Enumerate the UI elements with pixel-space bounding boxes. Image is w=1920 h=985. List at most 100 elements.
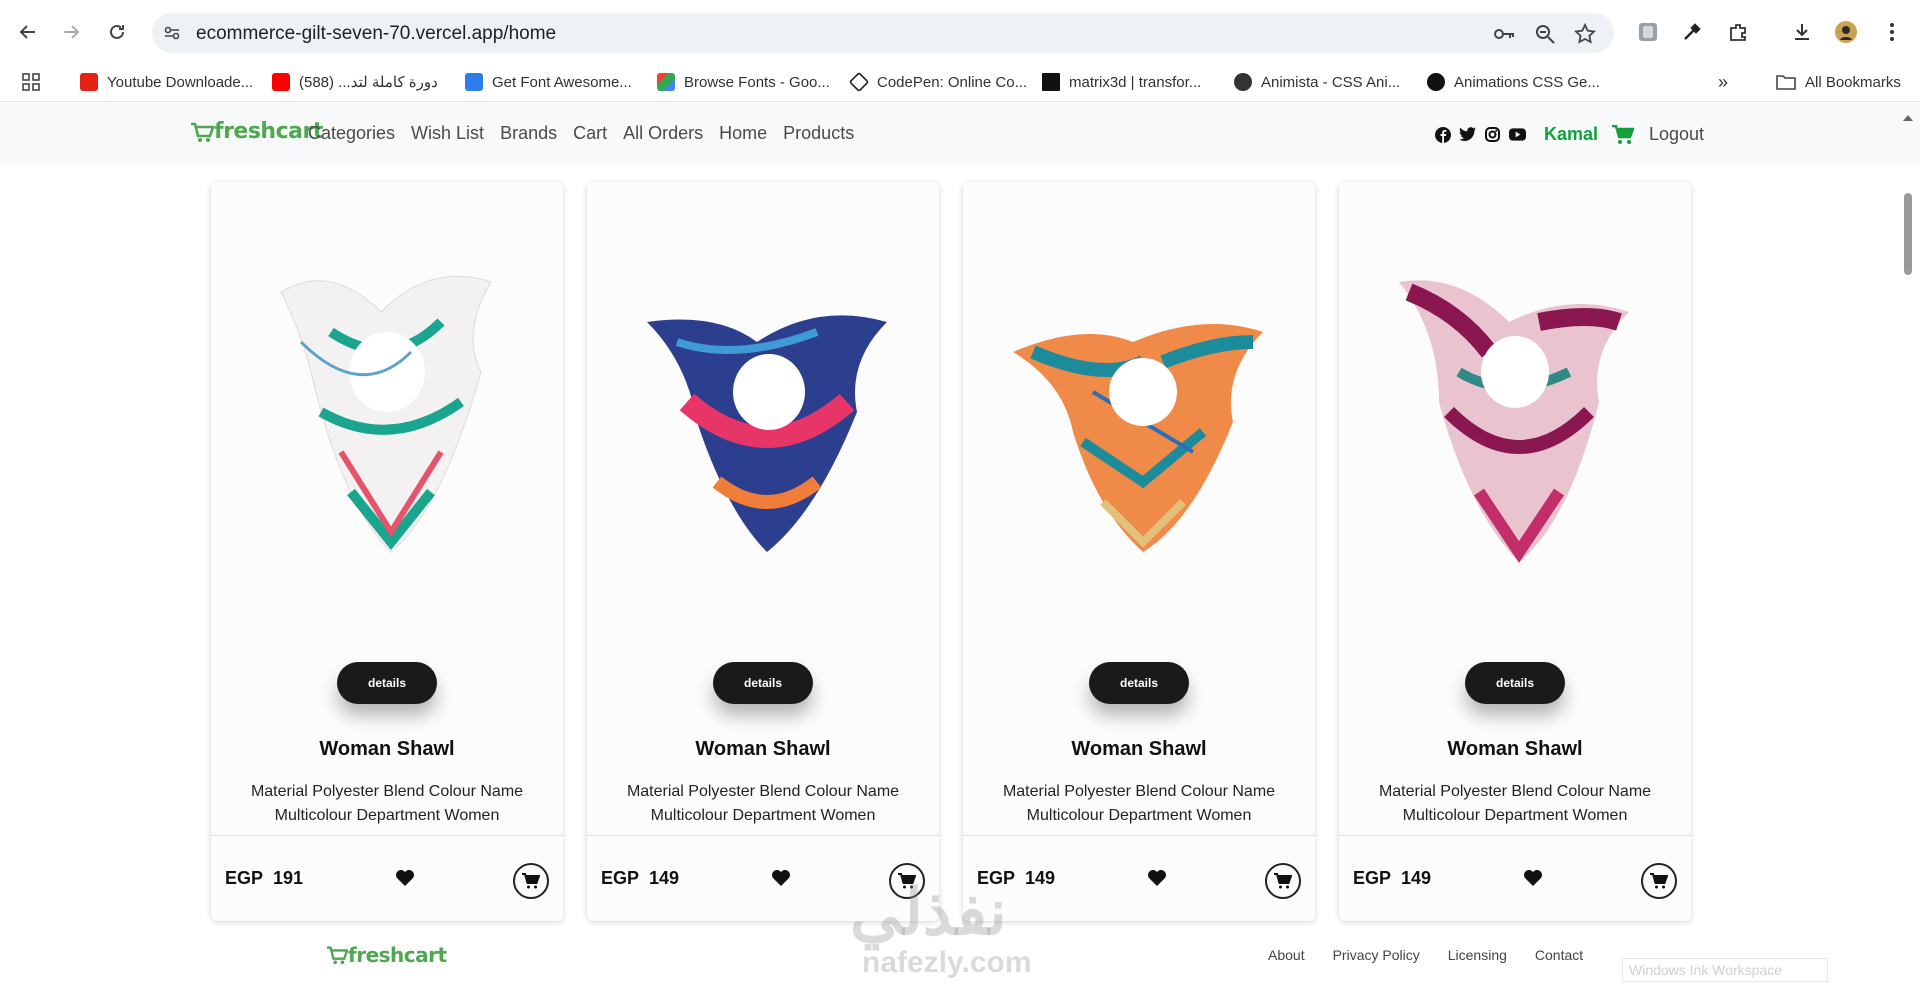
all-bookmarks-folder[interactable]: All Bookmarks — [1776, 68, 1901, 96]
cart-icon — [522, 873, 540, 889]
product-title: Woman Shawl — [319, 738, 455, 760]
bookmark-codepen[interactable]: CodePen: Online Co... — [848, 68, 1027, 96]
site-settings-icon[interactable] — [162, 23, 182, 48]
eyedropper-icon[interactable] — [1680, 20, 1704, 44]
bookmark-animations-css[interactable]: Animations CSS Ge... — [1427, 68, 1600, 96]
wishlist-heart-icon[interactable] — [395, 869, 415, 892]
instagram-icon[interactable] — [1484, 126, 1501, 143]
product-card[interactable]: details Woman Shawl Material Polyester B… — [1339, 182, 1691, 921]
add-to-cart-button[interactable] — [1265, 863, 1301, 899]
codepen-icon — [848, 71, 870, 93]
cart-icon — [898, 873, 916, 889]
footer-logo[interactable]: freshcart — [326, 943, 447, 967]
password-key-icon[interactable] — [1492, 23, 1514, 45]
animista-icon — [1234, 73, 1252, 91]
social-links — [1434, 126, 1526, 143]
product-image-shawl[interactable] — [1369, 252, 1661, 612]
back-button[interactable] — [13, 17, 43, 47]
product-description: Material Polyester Blend Colour Name Mul… — [1378, 783, 1652, 824]
profile-avatar-icon[interactable] — [1834, 20, 1858, 44]
wishlist-heart-icon[interactable] — [1523, 869, 1543, 892]
nav-wish-list[interactable]: Wish List — [411, 123, 484, 144]
details-button[interactable]: details — [713, 662, 813, 704]
bookmark-youtube-downloader[interactable]: Youtube Downloade... — [80, 68, 253, 96]
footer-about[interactable]: About — [1268, 947, 1305, 963]
add-to-cart-button[interactable] — [1641, 863, 1677, 899]
product-description: Material Polyester Blend Colour Name Mul… — [626, 783, 900, 824]
details-button[interactable]: details — [1465, 662, 1565, 704]
bookmarks-bar: Youtube Downloade... دورة كاملة لتد... (… — [0, 62, 1920, 102]
nav-brands[interactable]: Brands — [500, 123, 557, 144]
bookmark-google-fonts[interactable]: Browse Fonts - Goo... — [657, 68, 830, 96]
download-icon[interactable] — [1790, 20, 1814, 44]
scrollbar-up-arrow-icon[interactable] — [1902, 110, 1914, 121]
youtube-icon[interactable] — [1509, 126, 1526, 143]
user-name[interactable]: Kamal — [1544, 124, 1598, 145]
extensions-puzzle-icon[interactable] — [1726, 20, 1750, 44]
scrollbar-thumb[interactable] — [1904, 193, 1912, 275]
product-price: EGP 149 — [977, 868, 1056, 888]
logout-link[interactable]: Logout — [1649, 124, 1704, 145]
cart-logo-icon — [327, 946, 348, 965]
url-text[interactable]: ecommerce-gilt-seven-70.vercel.app/home — [196, 23, 556, 45]
add-to-cart-button[interactable] — [513, 863, 549, 899]
product-card[interactable]: details Woman Shawl Material Polyester B… — [963, 182, 1315, 921]
product-description: Material Polyester Blend Colour Name Mul… — [1002, 783, 1276, 824]
main-nav: Categories Wish List Brands Cart All Ord… — [308, 123, 870, 144]
reload-button[interactable] — [102, 17, 132, 47]
product-card[interactable]: details Woman Shawl Material Polyester B… — [587, 182, 939, 921]
add-to-cart-button[interactable] — [889, 863, 925, 899]
bookmark-animista[interactable]: Animista - CSS Ani... — [1234, 68, 1400, 96]
product-image-shawl[interactable] — [993, 252, 1285, 612]
cart-icon[interactable] — [1612, 124, 1635, 150]
product-title: Woman Shawl — [1071, 738, 1207, 760]
bookmark-matrix3d[interactable]: matrix3d | transfor... — [1042, 68, 1201, 96]
bookmark-arabic-course[interactable]: دورة كاملة لتد... (588) — [272, 68, 438, 96]
facebook-icon[interactable] — [1434, 126, 1451, 143]
card-divider — [211, 835, 563, 836]
youtube-icon — [80, 73, 98, 91]
nav-home[interactable]: Home — [719, 123, 767, 144]
nav-products[interactable]: Products — [783, 123, 854, 144]
product-image-shawl[interactable] — [241, 252, 533, 612]
product-title: Woman Shawl — [695, 738, 831, 760]
cart-icon — [1274, 873, 1292, 889]
footer-privacy-policy[interactable]: Privacy Policy — [1333, 947, 1420, 963]
footer-licensing[interactable]: Licensing — [1448, 947, 1507, 963]
details-button[interactable]: details — [337, 662, 437, 704]
nav-all-orders[interactable]: All Orders — [623, 123, 703, 144]
apps-grid-icon[interactable] — [21, 68, 41, 96]
product-price: EGP 149 — [601, 868, 680, 888]
zoom-icon[interactable] — [1534, 23, 1556, 45]
product-title: Woman Shawl — [1447, 738, 1583, 760]
forward-button[interactable] — [56, 17, 86, 47]
card-divider — [587, 835, 939, 836]
twitter-icon[interactable] — [1459, 126, 1476, 143]
footer-links: About Privacy Policy Licensing Contact — [1240, 947, 1583, 963]
product-image-shawl[interactable] — [617, 252, 909, 612]
bookmark-font-awesome[interactable]: Get Font Awesome... — [465, 68, 632, 96]
footer-contact[interactable]: Contact — [1535, 947, 1583, 963]
wishlist-heart-icon[interactable] — [771, 869, 791, 892]
menu-kebab-icon[interactable] — [1880, 20, 1904, 44]
flag-icon — [465, 73, 483, 91]
product-grid: details Woman Shawl Material Polyester B… — [211, 182, 1691, 922]
code-icon — [1427, 73, 1445, 91]
windows-ink-watermark: Windows Ink Workspace — [1622, 958, 1828, 982]
nav-cart[interactable]: Cart — [573, 123, 607, 144]
wishlist-heart-icon[interactable] — [1147, 869, 1167, 892]
bookmark-star-icon[interactable] — [1573, 22, 1597, 45]
card-divider — [1339, 835, 1691, 836]
freshcart-logo[interactable]: freshcart — [190, 119, 323, 144]
extension-avatar-icon[interactable] — [1636, 20, 1660, 44]
cart-logo-icon — [191, 122, 214, 142]
folder-icon — [1776, 75, 1796, 90]
nav-categories[interactable]: Categories — [308, 123, 395, 144]
site-navbar: freshcart Categories Wish List Brands Ca… — [0, 103, 1920, 165]
browser-toolbar: ecommerce-gilt-seven-70.vercel.app/home — [0, 0, 1920, 66]
product-card[interactable]: details Woman Shawl Material Polyester B… — [211, 182, 563, 921]
css3-icon — [1042, 73, 1060, 91]
more-bookmarks-chevron-icon[interactable]: » — [1718, 68, 1728, 96]
address-bar[interactable]: ecommerce-gilt-seven-70.vercel.app/home — [152, 13, 1614, 53]
details-button[interactable]: details — [1089, 662, 1189, 704]
